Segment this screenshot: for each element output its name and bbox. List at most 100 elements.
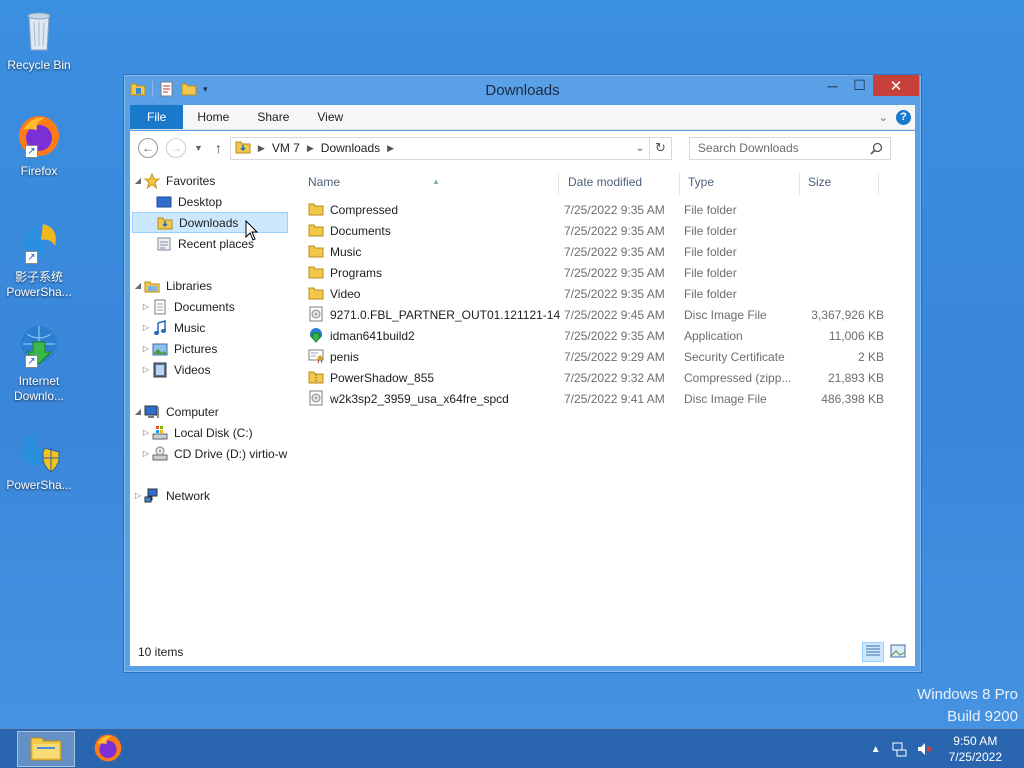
- search-input[interactable]: [697, 141, 863, 155]
- folder-icon: [308, 243, 324, 259]
- table-row[interactable]: idman641build2 7/25/2022 9:35 AM Applica…: [306, 325, 906, 346]
- collapse-arrow-icon[interactable]: ◢: [132, 281, 144, 290]
- search-icon[interactable]: [870, 142, 883, 158]
- nav-item-label: Pictures: [174, 341, 218, 356]
- column-divider[interactable]: [878, 173, 879, 195]
- table-row[interactable]: Music 7/25/2022 9:35 AM File folder: [306, 241, 906, 262]
- expand-arrow-icon[interactable]: ▷: [140, 428, 152, 437]
- nav-network[interactable]: ▷ Network: [132, 485, 288, 506]
- file-date: 7/25/2022 9:35 AM: [564, 286, 665, 301]
- expand-arrow-icon[interactable]: ▷: [140, 449, 152, 458]
- up-arrow-icon[interactable]: ↑: [215, 140, 222, 156]
- expand-arrow-icon[interactable]: ▷: [140, 365, 152, 374]
- file-list: Name ▲ Date modified Type Size Compresse…: [302, 165, 915, 638]
- desktop-icon-recycle-bin[interactable]: Recycle Bin: [4, 6, 74, 73]
- nav-music[interactable]: ▷ Music: [132, 317, 288, 338]
- breadcrumb-chevron-icon[interactable]: ▶: [387, 143, 394, 154]
- taskbar-firefox[interactable]: [79, 731, 137, 767]
- expand-arrow-icon[interactable]: ▷: [132, 491, 144, 500]
- title-bar[interactable]: ▾ Downloads ─ ☐ ✕: [124, 75, 921, 105]
- show-hidden-icons-icon[interactable]: ▲: [871, 744, 881, 755]
- nav-favorites[interactable]: ◢ Favorites: [132, 170, 288, 191]
- file-name: Programs: [330, 265, 383, 280]
- file-date: 7/25/2022 9:41 AM: [564, 391, 665, 406]
- address-bar[interactable]: ▶ VM 7 ▶ Downloads ▶ ⌄: [229, 136, 650, 160]
- forward-button[interactable]: →: [166, 138, 186, 158]
- table-row[interactable]: PowerShadow_855 7/25/2022 9:32 AM Compre…: [306, 367, 906, 388]
- minimize-icon: ─: [827, 77, 838, 94]
- details-view-button[interactable]: [862, 642, 884, 662]
- address-dropdown-icon[interactable]: ⌄: [631, 138, 649, 159]
- search-box[interactable]: [688, 136, 891, 160]
- network-status-icon[interactable]: [891, 741, 907, 757]
- column-header-type[interactable]: Type: [688, 175, 798, 195]
- collapse-arrow-icon[interactable]: ◢: [132, 407, 144, 416]
- clock[interactable]: 9:50 AM 7/25/2022: [949, 733, 1002, 765]
- desktop-icon-internet-download-manager[interactable]: ↗ Internet Downlo...: [4, 322, 74, 404]
- desktop-icon-powershadow[interactable]: PowerSha...: [4, 426, 74, 493]
- internet-download-manager-icon: ↗: [15, 322, 63, 370]
- recent-locations-chevron-icon[interactable]: ▼: [194, 143, 203, 153]
- column-header-name[interactable]: Name ▲: [308, 175, 558, 195]
- column-divider[interactable]: [679, 173, 680, 195]
- close-button[interactable]: ✕: [873, 75, 919, 96]
- table-row[interactable]: Video 7/25/2022 9:35 AM File folder: [306, 283, 906, 304]
- table-row[interactable]: Documents 7/25/2022 9:35 AM File folder: [306, 220, 906, 241]
- back-button[interactable]: ←: [138, 138, 158, 158]
- large-icons-view-button[interactable]: [887, 642, 909, 662]
- breadcrumb-downloads[interactable]: Downloads: [321, 141, 380, 155]
- nav-cd-drive[interactable]: ▷ CD Drive (D:) virtio-w: [132, 443, 288, 464]
- nav-local-disk[interactable]: ▷ Local Disk (C:): [132, 422, 288, 443]
- shortcut-arrow-icon: ↗: [25, 355, 38, 368]
- refresh-button[interactable]: ↻: [649, 136, 672, 160]
- expand-arrow-icon[interactable]: ▷: [140, 302, 152, 311]
- column-header-date[interactable]: Date modified: [568, 175, 678, 195]
- nav-computer[interactable]: ◢ Computer: [132, 401, 288, 422]
- nav-videos[interactable]: ▷ Videos: [132, 359, 288, 380]
- table-row[interactable]: Compressed 7/25/2022 9:35 AM File folder: [306, 199, 906, 220]
- breadcrumb-chevron-icon[interactable]: ▶: [258, 143, 265, 154]
- file-name: 9271.0.FBL_PARTNER_OUT01.121121-140...: [330, 307, 560, 322]
- folder-icon: [308, 222, 324, 238]
- tab-file[interactable]: File: [130, 105, 184, 129]
- table-row[interactable]: penis 7/25/2022 9:29 AM Security Certifi…: [306, 346, 906, 367]
- column-divider[interactable]: [799, 173, 800, 195]
- nav-documents[interactable]: ▷ Documents: [132, 296, 288, 317]
- expand-arrow-icon[interactable]: ▷: [140, 323, 152, 332]
- table-row[interactable]: Programs 7/25/2022 9:35 AM File folder: [306, 262, 906, 283]
- collapse-arrow-icon[interactable]: ◢: [132, 176, 144, 185]
- file-name: w2k3sp2_3959_usa_x64fre_spcd: [330, 391, 509, 406]
- minimize-button[interactable]: ─: [819, 75, 846, 96]
- tab-home[interactable]: Home: [183, 105, 243, 129]
- nav-desktop[interactable]: Desktop: [132, 191, 288, 212]
- network-icon: [144, 488, 160, 504]
- maximize-button[interactable]: ☐: [846, 75, 873, 96]
- nav-item-label: Local Disk (C:): [174, 425, 253, 440]
- nav-item-label: Network: [166, 488, 211, 503]
- taskbar-file-explorer[interactable]: [17, 731, 75, 767]
- window-title: Downloads: [485, 82, 560, 99]
- volume-muted-icon[interactable]: [917, 741, 933, 757]
- nav-downloads[interactable]: Downloads: [132, 212, 288, 233]
- file-size: 486,398 KB: [821, 391, 884, 406]
- tab-view[interactable]: View: [303, 105, 357, 129]
- expand-arrow-icon[interactable]: ▷: [140, 344, 152, 353]
- table-row[interactable]: 9271.0.FBL_PARTNER_OUT01.121121-140... 7…: [306, 304, 906, 325]
- desktop-icon-firefox[interactable]: ↗ Firefox: [4, 112, 74, 179]
- nav-item-label: CD Drive (D:) virtio-w: [174, 446, 288, 461]
- help-icon[interactable]: ?: [896, 109, 911, 125]
- desktop-icon-powershadow-cn[interactable]: ↗ 影子系统 PowerSha...: [4, 218, 74, 300]
- breadcrumb-vm7[interactable]: VM 7: [272, 141, 300, 155]
- desktop-icon-label-line1: 影子系统: [14, 270, 63, 284]
- nav-pictures[interactable]: ▷ Pictures: [132, 338, 288, 359]
- nav-recent-places[interactable]: Recent places: [132, 233, 288, 254]
- tab-share[interactable]: Share: [243, 105, 303, 129]
- expand-ribbon-chevron-icon[interactable]: ⌄: [879, 111, 888, 124]
- table-row[interactable]: w2k3sp2_3959_usa_x64fre_spcd 7/25/2022 9…: [306, 388, 906, 409]
- file-type: Security Certificate: [684, 349, 785, 364]
- nav-libraries[interactable]: ◢ Libraries: [132, 275, 288, 296]
- column-divider[interactable]: [558, 173, 559, 195]
- column-header-size[interactable]: Size: [808, 175, 878, 195]
- breadcrumb-chevron-icon[interactable]: ▶: [307, 143, 314, 154]
- nav-item-label: Music: [174, 320, 206, 335]
